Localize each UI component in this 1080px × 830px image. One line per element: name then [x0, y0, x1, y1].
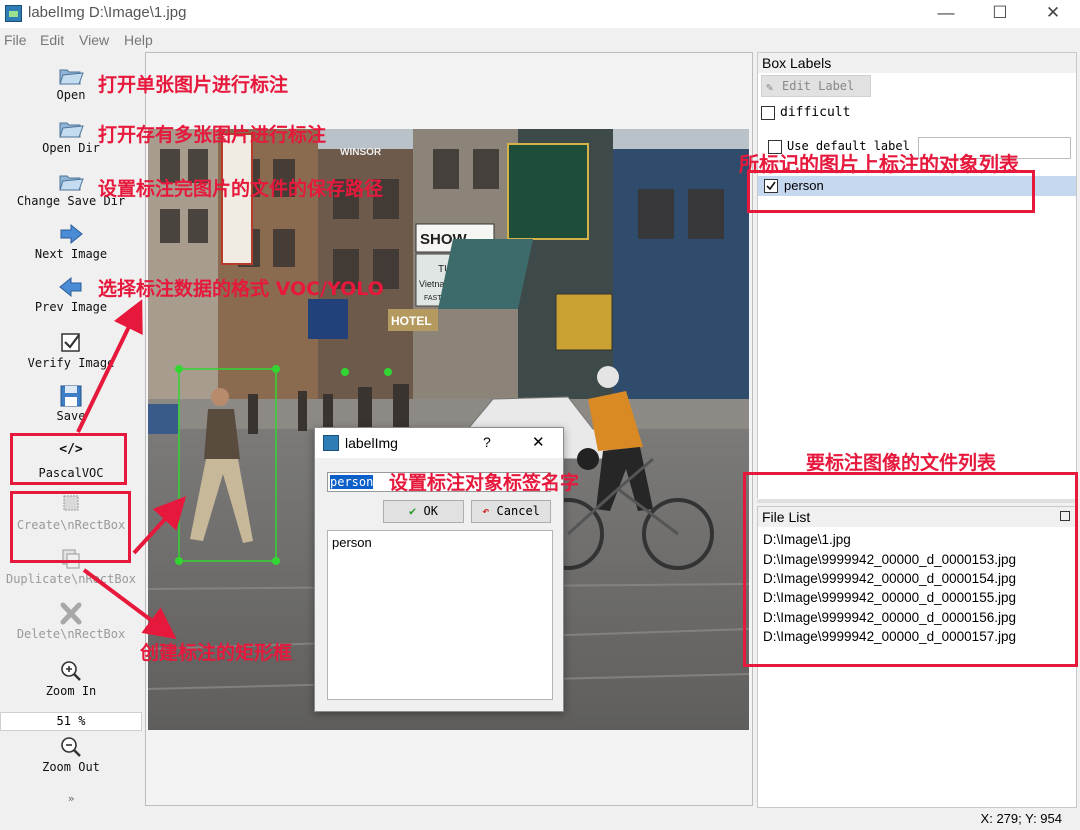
arrow-to-format [76, 299, 143, 433]
arrow-to-bbox [132, 496, 187, 555]
annotation-arrows [76, 299, 187, 640]
arrow-to-create-note [82, 568, 177, 640]
